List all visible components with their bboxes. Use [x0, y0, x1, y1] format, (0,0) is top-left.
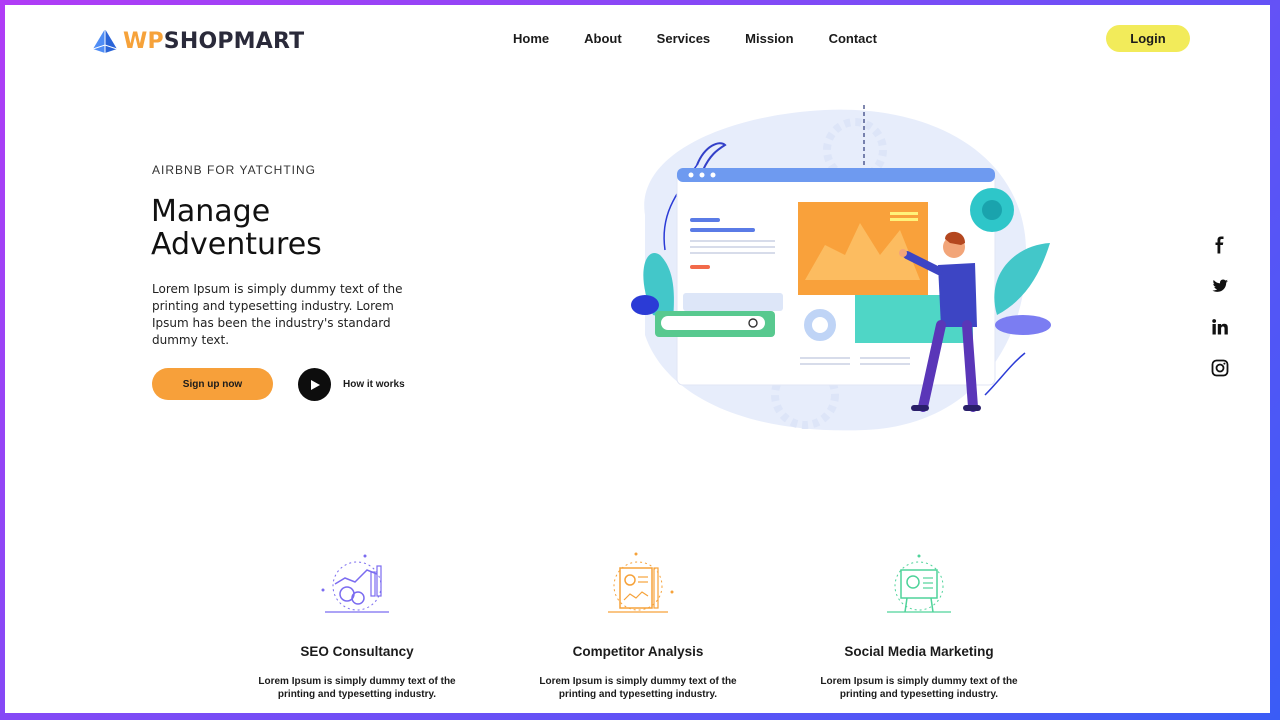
feature-seo: SEO Consultancy Lorem Ipsum is simply du…: [247, 550, 467, 701]
play-button[interactable]: [298, 368, 331, 401]
feature-description: Lorem Ipsum is simply dummy text of the …: [820, 676, 1018, 700]
how-it-works-button[interactable]: How it works: [298, 368, 405, 401]
nav-about[interactable]: About: [584, 31, 622, 47]
page-frame: WPSHOPMART Home About Services Mission C…: [5, 5, 1270, 713]
hero-illustration: [631, 105, 1051, 431]
hero-title: Manage Adventures: [151, 195, 451, 261]
hero-title-line2: Adventures: [151, 227, 322, 262]
how-it-works-label: How it works: [343, 379, 405, 390]
signup-button[interactable]: Sign up now: [152, 368, 273, 400]
feature-description: Lorem Ipsum is simply dummy text of the …: [539, 676, 737, 700]
facebook-icon[interactable]: [1206, 231, 1234, 259]
seo-chart-icon: [321, 554, 389, 613]
pyramid-icon: [92, 29, 118, 53]
nav-services[interactable]: Services: [657, 31, 711, 47]
nav-home[interactable]: Home: [513, 31, 549, 47]
hero-description: Lorem Ipsum is simply dummy text of the …: [152, 282, 403, 347]
feature-competitor: Competitor Analysis Lorem Ipsum is simpl…: [528, 550, 748, 701]
main-nav: Home About Services Mission Contact: [513, 31, 912, 47]
brand-name: WPSHOPMART: [123, 28, 305, 54]
feature-title: Competitor Analysis: [572, 644, 704, 659]
feature-description: Lorem Ipsum is simply dummy text of the …: [258, 676, 456, 700]
twitter-icon[interactable]: [1206, 272, 1234, 300]
analysis-report-icon: [608, 552, 674, 613]
instagram-icon[interactable]: [1206, 354, 1234, 382]
nav-mission[interactable]: Mission: [745, 31, 793, 47]
brand-logo[interactable]: WPSHOPMART: [91, 27, 304, 55]
feature-title: Social Media Marketing: [844, 644, 994, 659]
feature-social-media: Social Media Marketing Lorem Ipsum is si…: [809, 550, 1029, 701]
login-button[interactable]: Login: [1106, 25, 1190, 52]
linkedin-icon[interactable]: [1206, 313, 1234, 341]
feature-title: SEO Consultancy: [300, 644, 414, 659]
play-icon: [310, 379, 320, 390]
presentation-board-icon: [887, 554, 951, 613]
social-links: [1206, 231, 1234, 395]
hero-title-line1: Manage: [151, 194, 271, 229]
nav-contact[interactable]: Contact: [829, 31, 877, 47]
hero-eyebrow: AIRBNB FOR YATCHTING: [152, 163, 317, 177]
